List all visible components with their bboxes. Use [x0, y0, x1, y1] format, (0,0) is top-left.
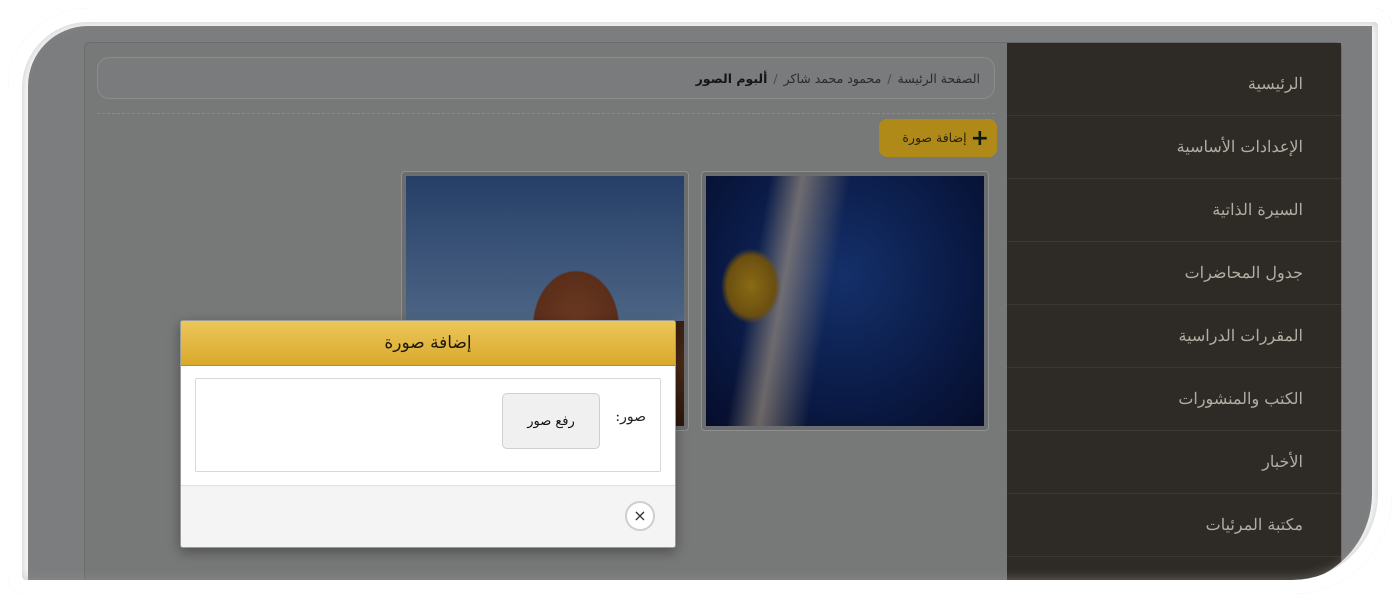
sidebar-item-basic-settings[interactable]: الإعدادات الأساسية [1007, 116, 1341, 179]
screenshot-frame: الصفحة الرئيسة / محمود محمد شاكر / ألبوم الص… [0, 0, 1400, 602]
add-photo-button[interactable]: +إضافة صورة [879, 119, 997, 157]
sidebar-item-video-library[interactable]: مكتبة المرئيات [1007, 494, 1341, 557]
sidebar-item-home[interactable]: الرئيسية [1007, 53, 1341, 116]
breadcrumb-home[interactable]: الصفحة الرئيسة [898, 71, 980, 86]
add-photo-dialog: إضافة صورة صور: رفع صور × [180, 320, 676, 548]
upload-photos-button[interactable]: رفع صور [502, 393, 600, 449]
breadcrumb-separator: / [773, 71, 778, 86]
plus-icon: + [970, 125, 989, 151]
breadcrumb-separator: / [887, 71, 892, 86]
sidebar-item-news[interactable]: الأخبار [1007, 431, 1341, 494]
sidebar-menu: الرئيسية الإعدادات الأساسية السيرة الذات… [1007, 43, 1341, 557]
dialog-title: إضافة صورة [181, 321, 675, 366]
sidebar-item-courses[interactable]: المقررات الدراسية [1007, 305, 1341, 368]
sidebar-item-cv[interactable]: السيرة الذاتية [1007, 179, 1341, 242]
photos-label: صور: [615, 409, 646, 425]
dialog-body: صور: رفع صور [195, 378, 661, 472]
add-photo-label: إضافة صورة [902, 130, 967, 145]
divider [97, 113, 995, 114]
sidebar-item-books-publications[interactable]: الكتب والمنشورات [1007, 368, 1341, 431]
dialog-footer: × [181, 485, 675, 547]
photo-thumbnail-jellyfish[interactable] [701, 171, 989, 431]
breadcrumb: الصفحة الرئيسة / محمود محمد شاكر / ألبوم الص… [97, 57, 995, 99]
sidebar-item-lecture-schedule[interactable]: جدول المحاضرات [1007, 242, 1341, 305]
close-icon[interactable]: × [625, 501, 655, 531]
breadcrumb-current: ألبوم الصور [695, 71, 768, 86]
breadcrumb-user[interactable]: محمود محمد شاكر [784, 71, 882, 86]
photo-image [706, 176, 984, 426]
sidebar: الرئيسية الإعدادات الأساسية السيرة الذات… [1007, 43, 1341, 584]
